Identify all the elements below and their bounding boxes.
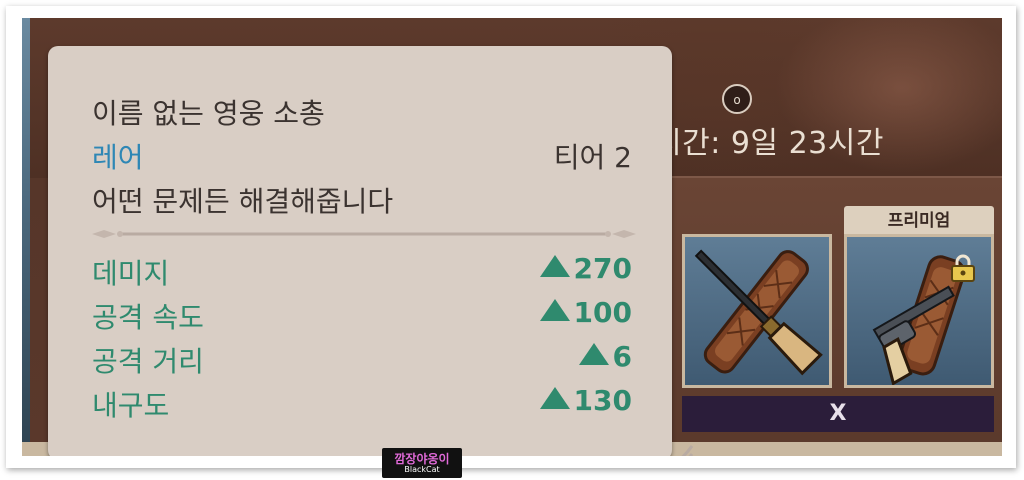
- item-rarity: 레어: [92, 141, 144, 174]
- stat-value: 100: [539, 296, 632, 329]
- close-button[interactable]: X: [682, 396, 994, 432]
- stat-row-damage: 데미지 270: [92, 252, 632, 290]
- time-remaining-text: 시간: 9일 23시간: [654, 126, 884, 161]
- corner-flourish-icon: [681, 445, 694, 456]
- rifle-item-card[interactable]: [682, 234, 832, 388]
- stat-label: 내구도: [92, 389, 170, 422]
- game-scene: o 시간: 9일 23시간 프리미엄 X 이름 없는 영웅 소총 레어 티어 2…: [22, 18, 1002, 456]
- ornamental-divider: [92, 230, 636, 238]
- item-tooltip: 이름 없는 영웅 소총 레어 티어 2 어떤 문제든 해결해줍니다 데미지 27…: [48, 46, 694, 456]
- stat-number: 270: [573, 252, 632, 285]
- stat-value: 6: [578, 340, 632, 373]
- up-triangle-icon: [539, 387, 570, 409]
- timer-badge: o: [722, 84, 752, 114]
- stat-row-durability: 내구도 130: [92, 384, 632, 422]
- premium-tag: 프리미엄: [844, 206, 994, 236]
- stat-number: 100: [573, 296, 632, 329]
- rifle-and-holster-icon: [694, 249, 823, 376]
- stat-number: 6: [612, 340, 632, 373]
- stat-value: 270: [539, 252, 632, 285]
- item-tier: 티어 2: [553, 141, 632, 174]
- up-triangle-icon: [539, 299, 570, 321]
- stat-label: 공격 속도: [92, 301, 204, 334]
- up-triangle-icon: [578, 343, 609, 365]
- stat-label: 데미지: [92, 257, 170, 290]
- up-triangle-icon: [539, 255, 570, 277]
- left-edge-panel: [22, 18, 30, 456]
- item-name: 이름 없는 영웅 소총: [92, 97, 325, 130]
- stat-label: 공격 거리: [92, 345, 204, 378]
- watermark-english: BlackCat: [404, 465, 440, 474]
- lock-icon: [951, 254, 975, 282]
- stat-row-attack-range: 공격 거리 6: [92, 340, 632, 378]
- stat-value: 130: [539, 384, 632, 417]
- stat-number: 130: [573, 384, 632, 417]
- watermark-logo: 깜장야옹이 BlackCat: [382, 448, 462, 478]
- stat-row-attack-speed: 공격 속도 100: [92, 296, 632, 334]
- item-description: 어떤 문제든 해결해줍니다: [92, 185, 394, 218]
